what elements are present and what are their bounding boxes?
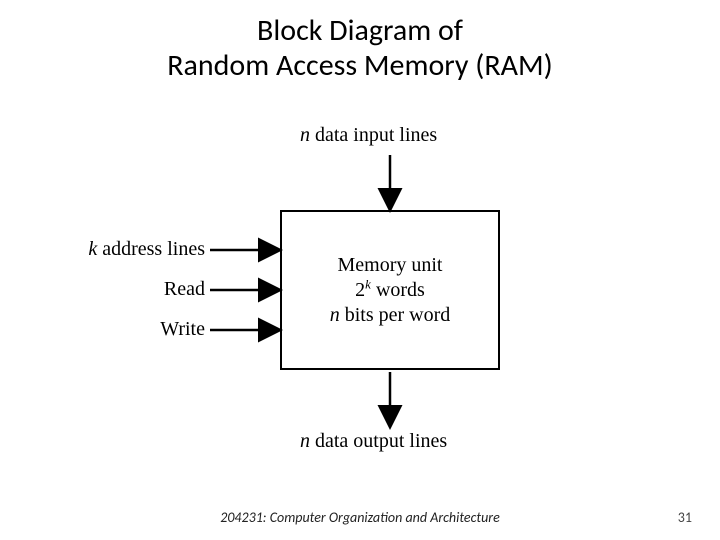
- ram-block-diagram: n data input lines k address lines Read …: [0, 100, 720, 480]
- label-data-input: n data input lines: [300, 124, 437, 147]
- label-address-lines: k address lines: [88, 238, 205, 261]
- label-read: Read: [164, 278, 205, 301]
- box-text-2: 2k words: [282, 279, 498, 302]
- title-line-2: Random Access Memory (RAM): [0, 49, 720, 84]
- page-number: 31: [678, 509, 692, 526]
- box-text-1: Memory unit: [282, 254, 498, 277]
- slide-footer: 204231: Computer Organization and Archit…: [0, 509, 720, 526]
- label-data-output: n data output lines: [300, 430, 447, 453]
- memory-unit-block: Memory unit 2k words n bits per word: [280, 210, 500, 370]
- label-write: Write: [160, 318, 205, 341]
- box-text-3: n bits per word: [282, 304, 498, 327]
- title-line-1: Block Diagram of: [0, 14, 720, 49]
- slide-title: Block Diagram of Random Access Memory (R…: [0, 0, 720, 83]
